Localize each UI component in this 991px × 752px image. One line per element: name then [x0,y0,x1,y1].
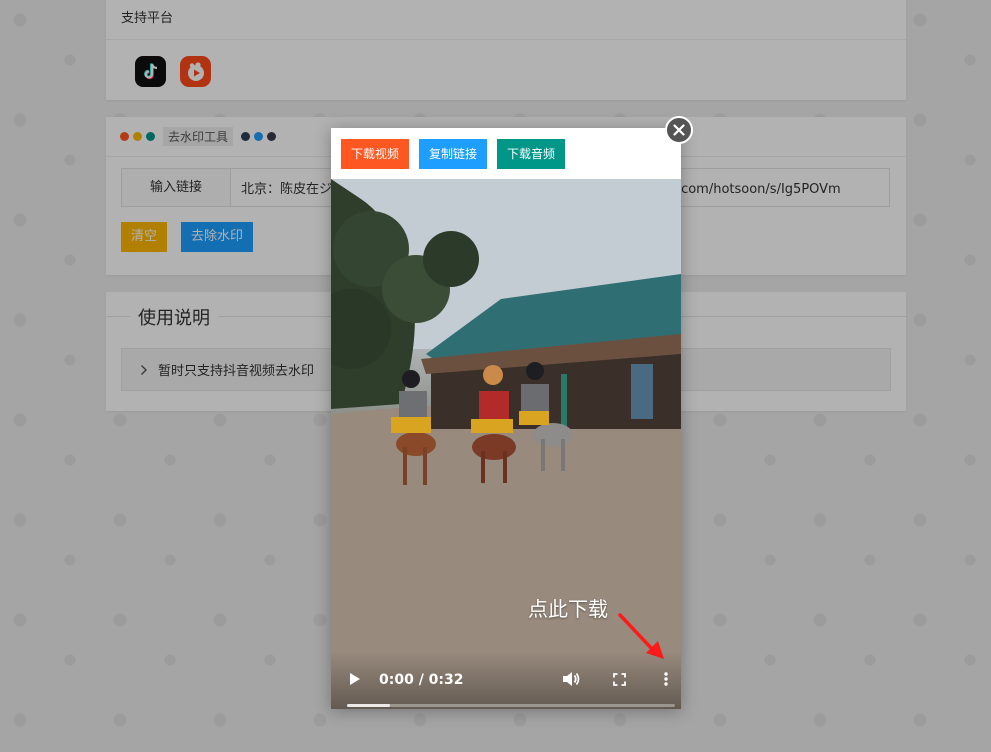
play-icon [350,673,360,685]
video-player[interactable]: 点此下载 0:00 / 0:32 [331,179,681,709]
more-options-button[interactable] [661,670,671,688]
volume-icon [563,672,580,686]
close-modal-button[interactable] [665,116,693,144]
more-vertical-icon [664,672,668,686]
fullscreen-button[interactable] [611,671,627,687]
play-button[interactable] [347,671,363,687]
modal-actions: 下载视频 复制链接 下载音频 [331,128,681,179]
video-modal: 下载视频 复制链接 下载音频 点此下载 0:00 / 0:32 [331,116,693,709]
video-controls: 0:00 / 0:32 [331,651,681,709]
progress-bar[interactable] [347,704,675,707]
time-display: 0:00 / 0:32 [379,672,464,688]
close-icon [673,124,685,136]
fullscreen-icon [612,672,626,686]
download-audio-button[interactable]: 下载音频 [497,138,566,169]
download-video-button[interactable]: 下载视频 [341,138,410,169]
progress-fill [347,704,390,707]
copy-link-button[interactable]: 复制链接 [419,138,488,169]
volume-button[interactable] [561,670,581,688]
download-hint-text: 点此下载 [528,597,608,621]
